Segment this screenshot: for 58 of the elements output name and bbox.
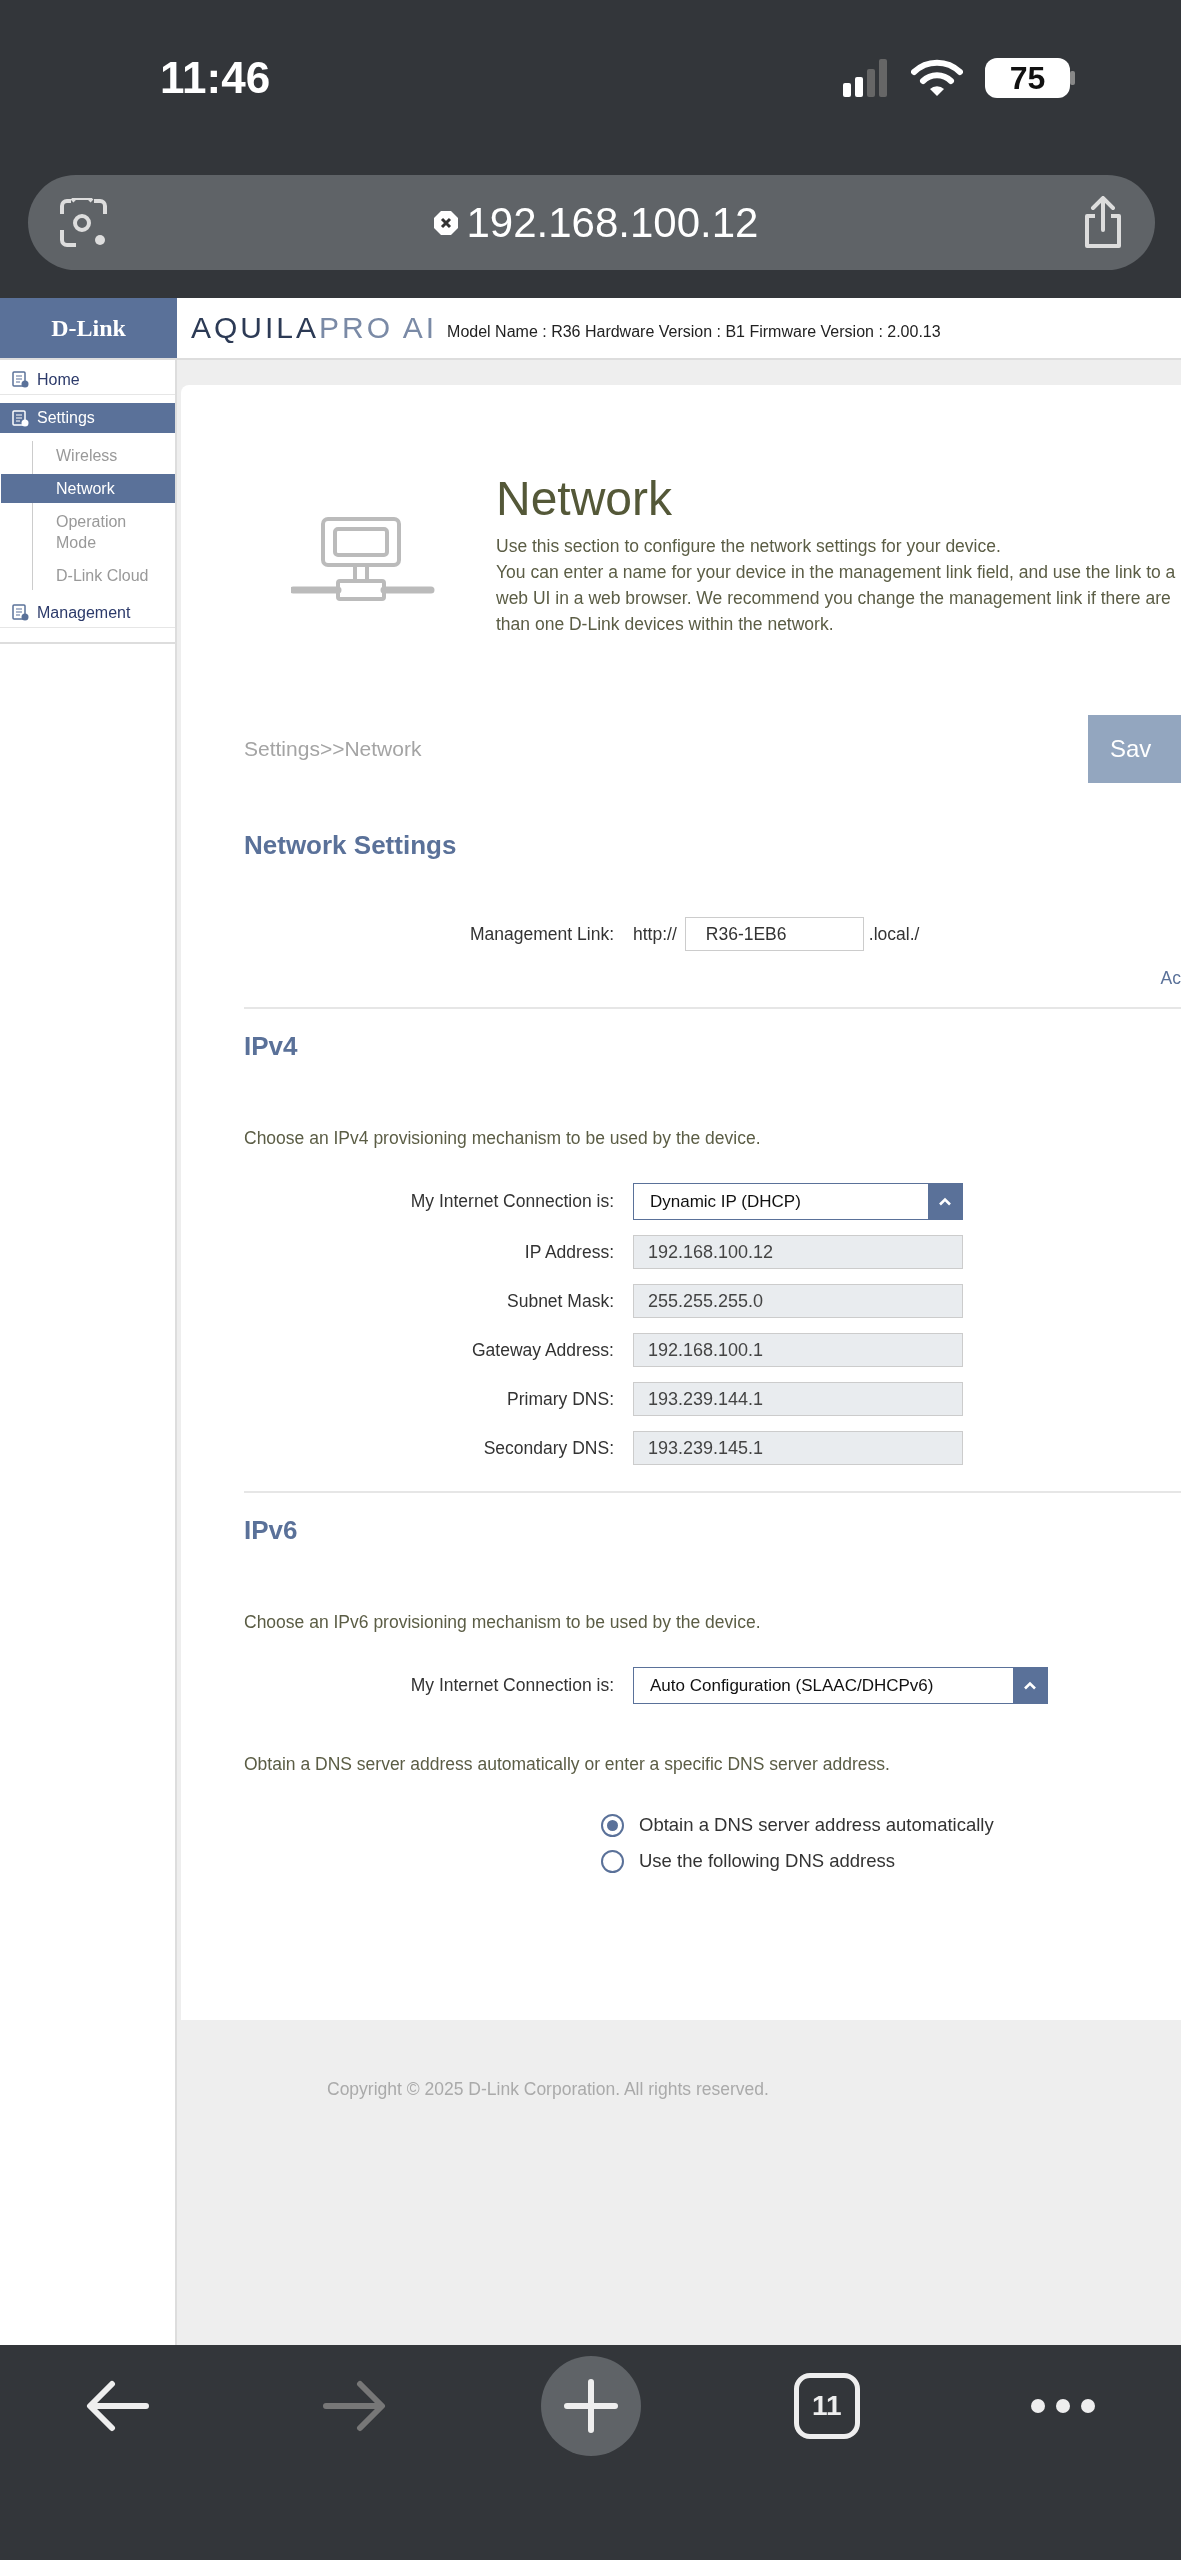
address-bar[interactable]: 192.168.100.12 [28,175,1155,270]
copyright-text: Copyright © 2025 D-Link Corporation. All rights reserved. [327,2078,770,2101]
section-heading: Network Settings [244,830,458,860]
radio-label[interactable]: Use the following DNS address [639,1847,896,1875]
breadcrumb: Settings>>Network [244,736,422,763]
sidebar-item[interactable]: Settings [0,403,175,433]
url-suffix: .local./ [868,922,920,946]
signal-icon [843,59,889,97]
section-description: Obtain a DNS server address automatically or enter a specific DNS server address. [244,1754,891,1774]
field-label: Subnet Mask: [506,1289,614,1313]
link[interactable]: Ac [244,968,1181,988]
readonly-field[interactable]: 192.168.100.1 [633,1333,963,1367]
field-label: Primary DNS: [506,1387,614,1411]
settings-page-icon [12,371,29,388]
dropdown[interactable]: Dynamic IP (DHCP) [633,1183,963,1220]
product-logo: AQUILAPRO AI [191,313,438,343]
dropdown[interactable]: Auto Configuration (SLAAC/DHCPv6) [633,1667,1048,1704]
tab-count-button[interactable]: 11 [793,2373,860,2439]
clock-time: 11:46 [160,56,271,100]
computer-network-icon [291,517,437,602]
url-prefix: http:// [633,922,677,946]
readonly-field[interactable]: 193.239.145.1 [633,1431,963,1465]
field-label: Secondary DNS: [482,1436,614,1460]
chevron-up-icon [1023,1681,1037,1690]
sidebar-item[interactable]: Home [0,365,175,395]
forward-arrow-icon[interactable] [322,2380,387,2432]
field-label: IP Address: [523,1240,614,1264]
field-label: My Internet Connection is: [409,1674,614,1698]
sidebar-item[interactable]: Management [0,598,175,628]
page-title: Network [496,475,674,523]
readonly-field[interactable]: 193.239.144.1 [633,1382,963,1416]
section-description: Choose an IPv4 provisioning mechanism to be used by the device. [244,1128,762,1148]
settings-page-icon [12,604,29,621]
section-description: Choose an IPv6 provisioning mechanism to be used by the device. [244,1612,762,1632]
not-secure-icon [432,209,459,236]
field-label: My Internet Connection is: [409,1190,614,1214]
radio-button[interactable] [601,1849,624,1873]
sidebar-subitem[interactable]: Network [1,474,175,503]
radio-button[interactable] [601,1813,624,1837]
more-icon[interactable] [1029,2398,1096,2414]
field-label: Management Link: [469,922,614,946]
model-info: Model Name : R36 Hardware Version : B1 Firmware Version : 2.00.13 [447,322,941,342]
field-label: Gateway Address: [470,1338,614,1362]
settings-page-icon [12,409,29,427]
section-heading: IPv4 [244,1031,299,1061]
brand-logo: D-Link [0,298,177,358]
camera-lens-icon[interactable] [58,197,110,248]
readonly-field[interactable]: 192.168.100.12 [633,1235,963,1269]
section-heading: IPv6 [244,1515,299,1545]
new-tab-button-icon[interactable] [540,2356,641,2456]
back-arrow-icon[interactable] [86,2380,151,2432]
wifi-icon [911,59,963,97]
url-text: 192.168.100.12 [466,201,759,244]
radio-label[interactable]: Obtain a DNS server address automatically [639,1811,994,1839]
chevron-up-icon [938,1197,952,1206]
page-description: Use this section to configure the network settings for your device. You can enter a name for your device in the management link field, and use the link to a web UI in a web browser. We recommend you change the management link if there are than one D-Link devices within the network. [496,535,1176,636]
readonly-field[interactable]: 255.255.255.0 [633,1284,963,1318]
management-link-field[interactable]: R36-1EB6 [684,917,864,951]
